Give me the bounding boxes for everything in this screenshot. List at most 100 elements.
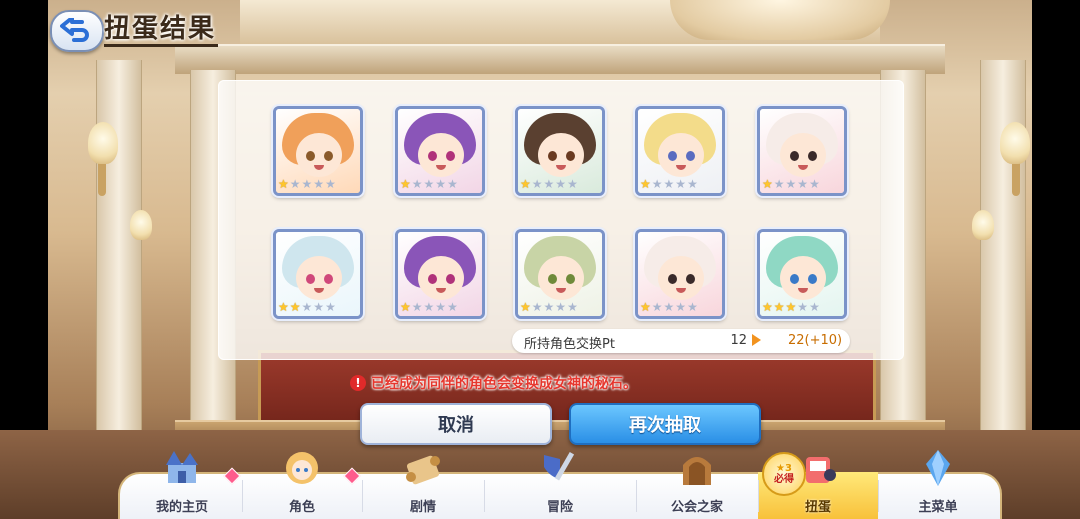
character-portrait xyxy=(780,256,826,300)
result-card[interactable]: ★ ★ ★ ★ ★ xyxy=(273,229,363,319)
back-button[interactable] xyxy=(50,10,104,52)
star-icon: ★ xyxy=(687,300,698,314)
guaranteed-badge: ★3 必得 xyxy=(762,452,806,496)
character-eye xyxy=(668,151,677,161)
star-icon: ★ xyxy=(555,300,567,314)
star-icon: ★ xyxy=(435,177,447,191)
star-icon: ★ xyxy=(289,300,301,314)
result-card[interactable]: ★ ★ ★ ★ ★ xyxy=(635,106,725,196)
nav-item-crystal[interactable]: 主菜单 xyxy=(878,450,998,519)
star-icon: ★ xyxy=(567,300,578,314)
guaranteed-text: 必得 xyxy=(774,474,794,485)
character-icon xyxy=(280,448,324,488)
star-icon: ★ xyxy=(301,300,313,314)
result-card[interactable]: ★ ★ ★ ★ ★ xyxy=(515,229,605,319)
result-card[interactable]: ★ ★ ★ ★ ★ xyxy=(757,106,847,196)
character-eye xyxy=(446,274,455,284)
star-icon: ★ xyxy=(301,177,313,191)
character-eye xyxy=(808,151,817,161)
title-underline xyxy=(104,44,218,47)
star-icon: ★ xyxy=(423,177,435,191)
character-eye xyxy=(428,274,437,284)
exchange-pt-label: 所持角色交换Pt xyxy=(524,337,615,352)
nav-label: 扭蛋 xyxy=(804,500,831,515)
rarity-stars: ★ ★ ★ ★ ★ xyxy=(520,177,578,191)
nav-separator xyxy=(758,480,759,512)
cancel-button[interactable]: 取消 xyxy=(360,403,552,445)
character-eye xyxy=(566,151,575,161)
rarity-stars: ★ ★ ★ ★ ★ xyxy=(278,177,336,191)
wall-lamp-icon xyxy=(972,210,994,240)
character-eye xyxy=(428,151,437,161)
star-icon: ★ xyxy=(773,300,785,314)
nav-label: 公会之家 xyxy=(670,500,723,515)
wall-beam xyxy=(175,44,945,74)
arrow-right-icon xyxy=(752,334,761,346)
sword-shield-icon xyxy=(538,448,582,488)
star-icon: ★ xyxy=(313,177,325,191)
star-icon: ★ xyxy=(663,300,675,314)
character-eye xyxy=(548,151,557,161)
ornate-arch xyxy=(240,0,890,49)
star-icon: ★ xyxy=(447,300,458,314)
nav-item-character[interactable]: 角色 xyxy=(242,452,362,519)
notice-text: 已经成为同伴的角色会变换成女神的秘石。 xyxy=(371,376,637,392)
nav-label: 冒险 xyxy=(546,500,573,515)
guaranteed-star-text: ★3 xyxy=(776,463,792,474)
wall-lamp-icon xyxy=(88,122,118,164)
exchange-pt-current: 12 xyxy=(730,333,747,348)
star-icon: ★ xyxy=(663,177,675,191)
star-icon: ★ xyxy=(687,177,698,191)
star-icon: ★ xyxy=(809,300,820,314)
result-card[interactable]: ★ ★ ★ ★ ★ xyxy=(757,229,847,319)
nav-label: 主菜单 xyxy=(918,500,958,515)
rarity-stars: ★ ★ ★ ★ ★ xyxy=(640,300,698,314)
nav-separator xyxy=(242,480,243,512)
character-portrait xyxy=(538,256,584,300)
nav-item-sword-shield[interactable]: 冒险 xyxy=(484,452,636,519)
character-eye xyxy=(808,274,817,284)
star-icon: ★ xyxy=(313,300,325,314)
star-icon: ★ xyxy=(423,300,435,314)
result-card[interactable]: ★ ★ ★ ★ ★ xyxy=(273,106,363,196)
rarity-stars: ★ ★ ★ ★ ★ xyxy=(400,177,458,191)
result-card[interactable]: ★ ★ ★ ★ ★ xyxy=(395,106,485,196)
star-icon: ★ xyxy=(520,177,531,191)
rarity-stars: ★ ★ ★ ★ ★ xyxy=(400,300,458,314)
result-card[interactable]: ★ ★ ★ ★ ★ xyxy=(395,229,485,319)
result-card[interactable]: ★ ★ ★ ★ ★ xyxy=(635,229,725,319)
nav-item-guild-door[interactable]: 公会之家 xyxy=(636,457,758,519)
character-portrait xyxy=(296,133,342,177)
star-icon: ★ xyxy=(651,300,663,314)
character-eye xyxy=(324,274,333,284)
result-card[interactable]: ★ ★ ★ ★ ★ xyxy=(515,106,605,196)
star-icon: ★ xyxy=(640,177,651,191)
character-eye xyxy=(790,274,799,284)
column-far-left xyxy=(96,60,142,460)
character-eye xyxy=(790,151,799,161)
rarity-stars: ★ ★ ★ ★ ★ xyxy=(640,177,698,191)
star-icon: ★ xyxy=(651,177,663,191)
draw-again-button[interactable]: 再次抽取 xyxy=(569,403,761,445)
rarity-stars: ★ ★ ★ ★ ★ xyxy=(278,300,336,314)
nav-separator xyxy=(362,480,363,512)
exchange-pt-after: 22(+10) xyxy=(788,333,843,348)
star-icon: ★ xyxy=(411,177,423,191)
page-title: 扭蛋结果 xyxy=(104,14,217,44)
nav-item-castle[interactable]: 我的主页 xyxy=(122,451,242,519)
star-icon: ★ xyxy=(762,177,773,191)
star-icon: ★ xyxy=(567,177,578,191)
wall-lamp-icon xyxy=(130,210,152,240)
wall-lamp-icon xyxy=(1000,122,1030,164)
star-icon: ★ xyxy=(809,177,820,191)
character-portrait xyxy=(296,256,342,300)
character-portrait xyxy=(418,256,464,300)
star-icon: ★ xyxy=(785,177,797,191)
nav-label: 角色 xyxy=(288,500,315,515)
star-icon: ★ xyxy=(289,177,301,191)
character-portrait xyxy=(780,133,826,177)
star-icon: ★ xyxy=(400,300,411,314)
nav-item-scroll[interactable]: 剧情 xyxy=(362,455,484,519)
character-eye xyxy=(446,151,455,161)
character-eye xyxy=(686,151,695,161)
